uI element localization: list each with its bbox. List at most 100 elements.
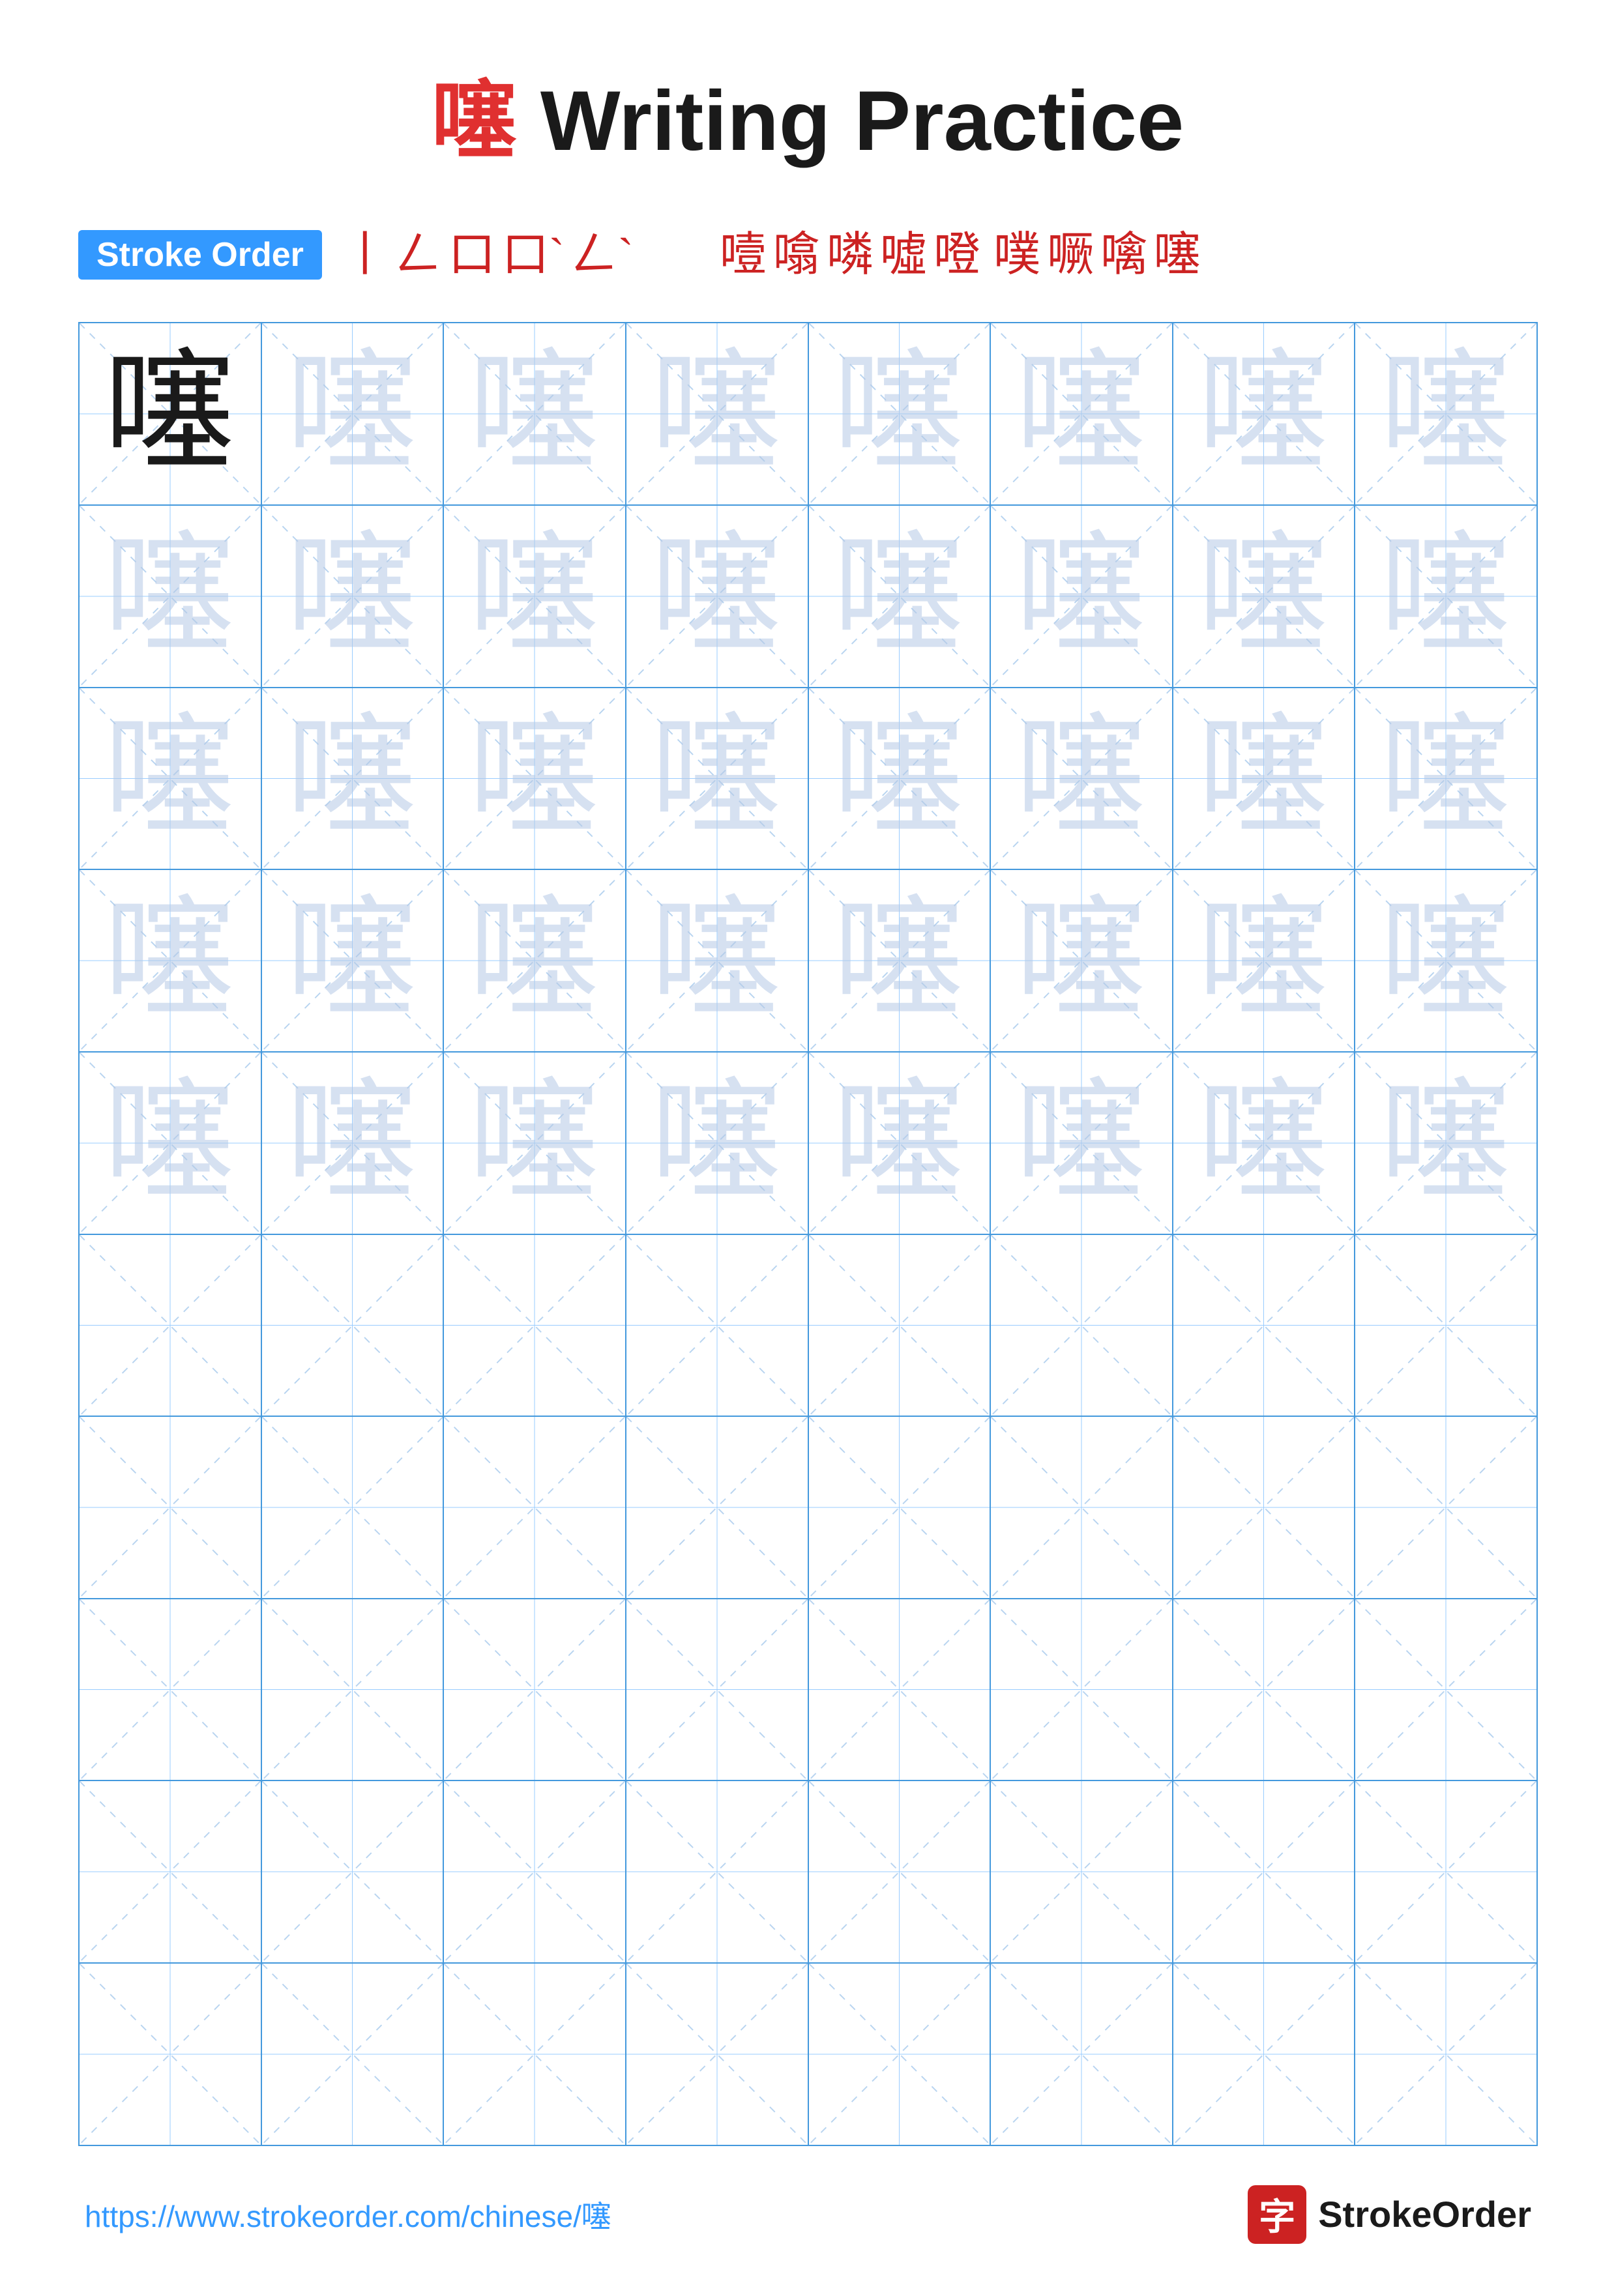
grid-cell[interactable] — [1173, 1235, 1356, 1417]
grid-cell[interactable] — [991, 1781, 1173, 1964]
practice-char: 噻 — [1381, 1078, 1511, 1208]
practice-char: 噻 — [1199, 349, 1329, 479]
grid-cell[interactable]: 噻 — [80, 506, 262, 688]
stroke-order-section: Stroke Order 丨 𠃋 口 口` 𠃋` 口⃗ 噎 噏 噒 噓 噔 噗 … — [78, 227, 1538, 283]
grid-cell[interactable] — [1173, 1781, 1356, 1964]
grid-cell[interactable]: 噻 — [1355, 506, 1538, 688]
grid-cell[interactable] — [444, 1417, 626, 1599]
grid-cell[interactable] — [1355, 1599, 1538, 1782]
grid-cell[interactable] — [626, 1235, 809, 1417]
practice-char: 噻 — [469, 349, 600, 479]
grid-cell[interactable] — [262, 1235, 445, 1417]
grid-cell[interactable]: 噻 — [1355, 688, 1538, 871]
grid-cell[interactable]: 噻 — [1355, 323, 1538, 506]
grid-cell[interactable]: 噻 — [1355, 1053, 1538, 1235]
grid-cell[interactable]: 噻 — [262, 870, 445, 1053]
grid-cell[interactable]: 噻 — [444, 870, 626, 1053]
grid-cell[interactable]: 噻 — [80, 688, 262, 871]
practice-char: 噻 — [469, 713, 600, 843]
grid-cell[interactable]: 噻 — [809, 323, 992, 506]
grid-cell[interactable]: 噻 — [991, 506, 1173, 688]
grid-cell[interactable]: 噻 — [1173, 323, 1356, 506]
grid-cell[interactable] — [1355, 1417, 1538, 1599]
grid-cell[interactable]: 噻 — [1173, 1053, 1356, 1235]
grid-cell[interactable]: 噻 — [444, 323, 626, 506]
grid-cell[interactable] — [1355, 1781, 1538, 1964]
grid-cell[interactable]: 噻 — [262, 323, 445, 506]
practice-char: 噻 — [1199, 713, 1329, 843]
grid-cell[interactable] — [991, 1417, 1173, 1599]
grid-cell[interactable] — [444, 1964, 626, 2146]
grid-cell[interactable] — [1355, 1235, 1538, 1417]
grid-cell[interactable] — [262, 1964, 445, 2146]
grid-cell[interactable] — [80, 1235, 262, 1417]
footer-brand: 字 StrokeOrder — [1248, 2185, 1531, 2244]
practice-char: 噻 — [834, 1078, 964, 1208]
grid-cell[interactable]: 噻 — [626, 688, 809, 871]
grid-cell[interactable] — [262, 1417, 445, 1599]
grid-cell[interactable] — [991, 1235, 1173, 1417]
stroke-char-1: 丨 — [342, 227, 389, 283]
grid-cell[interactable]: 噻 — [444, 506, 626, 688]
grid-cell[interactable] — [1173, 1417, 1356, 1599]
grid-cell[interactable] — [1355, 1964, 1538, 2146]
grid-cell[interactable]: 噻 — [80, 323, 262, 506]
practice-char: 噻 — [1381, 713, 1511, 843]
practice-char: 噻 — [1199, 531, 1329, 661]
practice-char: 噻 — [469, 531, 600, 661]
grid-cell[interactable]: 噻 — [809, 870, 992, 1053]
grid-cell[interactable]: 噻 — [626, 323, 809, 506]
grid-cell[interactable]: 噻 — [626, 870, 809, 1053]
grid-cell[interactable] — [809, 1599, 992, 1782]
grid-cell[interactable] — [991, 1599, 1173, 1782]
grid-cell[interactable]: 噻 — [991, 1053, 1173, 1235]
grid-cell[interactable] — [809, 1964, 992, 2146]
grid-row — [80, 1235, 1538, 1417]
stroke-char-5: 𠃋` — [571, 227, 634, 283]
grid-cell[interactable] — [626, 1781, 809, 1964]
grid-cell[interactable]: 噻 — [626, 506, 809, 688]
practice-char: 噻 — [834, 713, 964, 843]
grid-cell[interactable]: 噻 — [809, 1053, 992, 1235]
grid-cell[interactable]: 噻 — [1355, 870, 1538, 1053]
grid-cell[interactable] — [1173, 1964, 1356, 2146]
grid-cell[interactable]: 噻 — [262, 688, 445, 871]
grid-cell[interactable]: 噻 — [80, 870, 262, 1053]
grid-cell[interactable] — [262, 1781, 445, 1964]
grid-cell[interactable] — [80, 1964, 262, 2146]
grid-cell[interactable]: 噻 — [809, 688, 992, 871]
grid-cell[interactable] — [80, 1417, 262, 1599]
practice-char: 噻 — [105, 713, 235, 843]
grid-cell[interactable] — [444, 1235, 626, 1417]
grid-cell[interactable] — [262, 1599, 445, 1782]
grid-cell[interactable]: 噻 — [991, 870, 1173, 1053]
grid-cell[interactable]: 噻 — [991, 323, 1173, 506]
practice-char: 噻 — [1381, 895, 1511, 1026]
grid-cell[interactable]: 噻 — [809, 506, 992, 688]
grid-cell[interactable]: 噻 — [991, 688, 1173, 871]
grid-cell[interactable]: 噻 — [262, 506, 445, 688]
grid-cell[interactable]: 噻 — [262, 1053, 445, 1235]
grid-cell[interactable] — [809, 1417, 992, 1599]
grid-cell[interactable]: 噻 — [626, 1053, 809, 1235]
grid-cell[interactable] — [809, 1235, 992, 1417]
grid-cell[interactable]: 噻 — [1173, 688, 1356, 871]
grid-row — [80, 1417, 1538, 1599]
grid-cell[interactable] — [991, 1964, 1173, 2146]
grid-cell[interactable] — [1173, 1599, 1356, 1782]
grid-cell[interactable]: 噻 — [1173, 870, 1356, 1053]
grid-cell[interactable]: 噻 — [444, 1053, 626, 1235]
practice-char: 噻 — [1016, 895, 1147, 1026]
grid-cell[interactable]: 噻 — [444, 688, 626, 871]
practice-char: 噻 — [105, 349, 235, 479]
grid-cell[interactable] — [809, 1781, 992, 1964]
grid-cell[interactable] — [444, 1781, 626, 1964]
grid-cell[interactable] — [80, 1599, 262, 1782]
grid-cell[interactable] — [444, 1599, 626, 1782]
grid-cell[interactable]: 噻 — [80, 1053, 262, 1235]
grid-cell[interactable] — [626, 1599, 809, 1782]
grid-cell[interactable] — [626, 1417, 809, 1599]
grid-cell[interactable]: 噻 — [1173, 506, 1356, 688]
grid-cell[interactable] — [80, 1781, 262, 1964]
grid-cell[interactable] — [626, 1964, 809, 2146]
